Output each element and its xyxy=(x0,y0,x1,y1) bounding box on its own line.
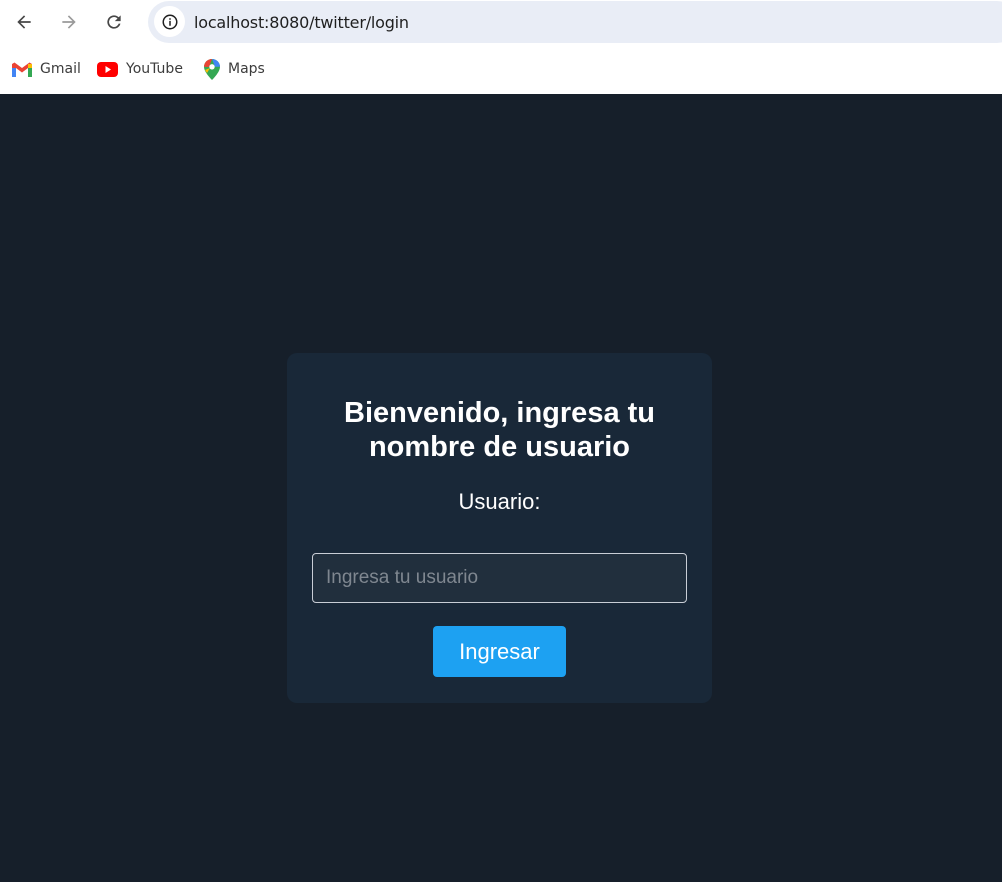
arrow-left-icon xyxy=(17,15,31,29)
login-submit-button[interactable]: Ingresar xyxy=(433,626,566,677)
gmail-icon xyxy=(12,62,32,77)
login-title-line2: nombre de usuario xyxy=(368,431,631,463)
maps-icon xyxy=(204,58,220,80)
reload-icon xyxy=(107,15,121,29)
bookmark-label: YouTube xyxy=(126,61,183,77)
username-label: Usuario: xyxy=(458,489,541,514)
forward-button[interactable] xyxy=(53,6,85,38)
browser-toolbar: localhost:8080/twitter/login xyxy=(0,0,1002,45)
bookmark-label: Gmail xyxy=(40,61,81,77)
username-input[interactable] xyxy=(312,553,687,603)
reload-button[interactable] xyxy=(98,6,130,38)
login-title: Bienvenido, ingresa tu nombre de usuario xyxy=(287,396,712,464)
login-card: Bienvenido, ingresa tu nombre de usuario… xyxy=(287,353,712,703)
back-button[interactable] xyxy=(8,6,40,38)
login-title-line1: Bienvenido, ingresa tu xyxy=(344,397,655,429)
bookmarks-bar: Gmail YouTube Maps xyxy=(0,45,1002,94)
bookmark-maps[interactable]: Maps xyxy=(204,58,265,80)
arrow-right-icon xyxy=(62,15,76,29)
info-icon xyxy=(162,14,177,29)
page-content: Bienvenido, ingresa tu nombre de usuario… xyxy=(0,94,1002,882)
bookmark-gmail[interactable]: Gmail xyxy=(12,59,81,79)
address-bar[interactable]: localhost:8080/twitter/login xyxy=(148,1,1002,43)
url-text[interactable]: localhost:8080/twitter/login xyxy=(194,13,409,32)
bookmark-youtube[interactable]: YouTube xyxy=(97,59,183,79)
youtube-icon xyxy=(97,61,118,77)
site-info-button[interactable] xyxy=(154,6,185,37)
bookmark-label: Maps xyxy=(228,61,265,77)
